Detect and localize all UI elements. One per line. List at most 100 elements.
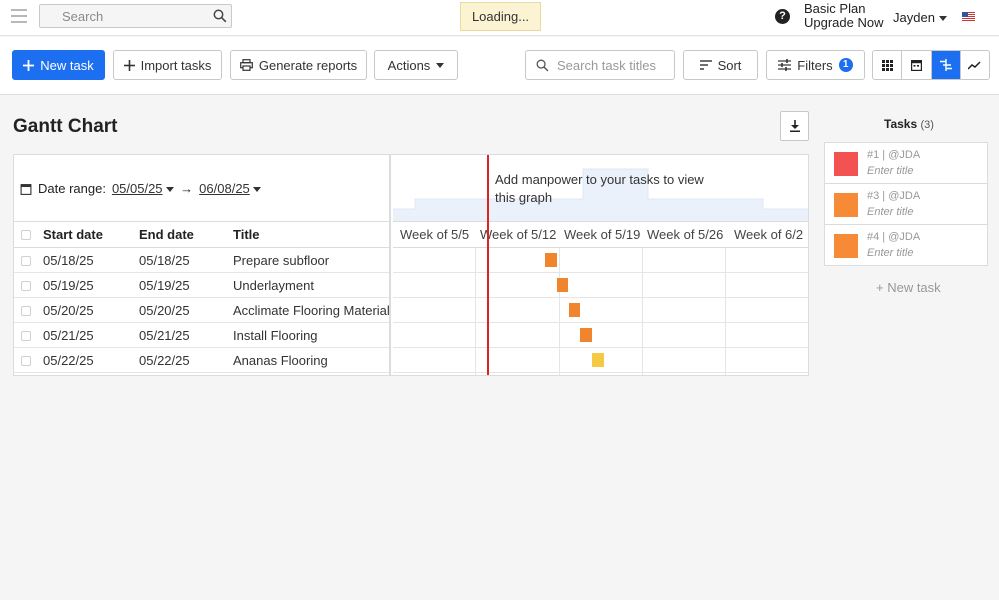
gantt-timeline: Add manpower to your tasks to view this … — [393, 155, 808, 375]
row-title[interactable]: Ananas Flooring — [233, 353, 328, 368]
task-bar[interactable] — [580, 328, 593, 342]
chevron-down-icon — [436, 62, 445, 68]
task-card[interactable]: #4 | @JDA Enter title — [824, 224, 988, 266]
generate-reports-button[interactable]: Generate reports — [230, 50, 367, 80]
actions-dropdown[interactable]: Actions — [374, 50, 458, 80]
row-title[interactable]: Prepare subfloor — [233, 253, 329, 268]
search-icon — [213, 9, 227, 23]
toolbar: New task Import tasks Generate reports A… — [0, 37, 999, 95]
row-start-date: 05/21/25 — [43, 328, 94, 343]
row-end-date: 05/21/25 — [139, 328, 190, 343]
tasks-panel-count: (3) — [920, 119, 934, 131]
chart-view-button[interactable] — [961, 51, 989, 79]
calendar-view-button[interactable] — [902, 51, 932, 79]
table-header: Start date End date Title — [14, 221, 389, 248]
sort-button[interactable]: Sort — [683, 50, 758, 80]
global-search-placeholder: Search — [62, 9, 104, 24]
task-card-title-input[interactable]: Enter title — [867, 165, 913, 177]
top-bar: Search Loading... ? Basic Plan Upgrade N… — [0, 0, 999, 36]
upgrade-link[interactable]: Upgrade Now — [804, 16, 884, 30]
chevron-down-icon — [938, 16, 947, 22]
task-bar[interactable] — [556, 278, 569, 292]
select-all-checkbox[interactable] — [21, 230, 31, 240]
date-to-picker[interactable]: 06/08/25 — [199, 181, 262, 196]
task-search-input[interactable]: Search task titles — [525, 50, 675, 80]
row-start-date: 05/22/25 — [43, 353, 94, 368]
grid-view-button[interactable] — [873, 51, 903, 79]
table-row[interactable]: 05/18/25 05/18/25 Prepare subfloor — [14, 248, 389, 273]
import-tasks-label: Import tasks — [140, 57, 212, 73]
date-from-picker[interactable]: 05/05/25 — [111, 181, 175, 196]
date-from: 05/05/25 — [111, 181, 163, 196]
task-bar[interactable] — [544, 253, 557, 267]
task-card-id: #1 | @JDA — [867, 149, 921, 161]
timeline-row — [393, 348, 808, 373]
task-search-placeholder: Search task titles — [557, 58, 656, 73]
task-table: Date range: 05/05/25 → 06/08/25 Start da… — [14, 155, 391, 375]
task-card-title-input[interactable]: Enter title — [867, 247, 913, 259]
task-bar[interactable] — [592, 353, 605, 367]
plus-icon — [23, 59, 35, 71]
page-title: Gantt Chart — [13, 116, 118, 137]
gantt-view-button[interactable] — [931, 51, 961, 79]
row-end-date: 05/18/25 — [139, 253, 190, 268]
search-icon — [536, 59, 549, 72]
us-flag-icon[interactable] — [962, 12, 975, 21]
task-card[interactable]: #1 | @JDA Enter title — [824, 142, 988, 184]
filters-count-badge: 1 — [838, 58, 853, 72]
date-range: Date range: 05/05/25 → 06/08/25 — [20, 181, 262, 196]
row-start-date: 05/19/25 — [43, 278, 94, 293]
row-title[interactable]: Install Flooring — [233, 328, 318, 343]
col-title[interactable]: Title — [233, 227, 260, 242]
help-icon[interactable]: ? — [775, 9, 790, 24]
row-title[interactable]: Acclimate Flooring Material — [233, 303, 390, 318]
week-label: Week of 6/2 — [734, 227, 804, 242]
user-name: Jayden — [893, 10, 935, 25]
generate-reports-label: Generate reports — [258, 57, 358, 73]
timeline-row — [393, 323, 808, 348]
filters-button[interactable]: Filters 1 — [766, 50, 865, 80]
date-to: 06/08/25 — [199, 181, 250, 196]
task-card-id: #4 | @JDA — [867, 231, 921, 243]
week-label: Week of 5/5 — [400, 227, 470, 242]
row-checkbox[interactable] — [21, 331, 31, 341]
row-checkbox[interactable] — [21, 256, 31, 266]
col-start-date[interactable]: Start date — [43, 227, 103, 242]
plan-name: Basic Plan — [804, 1, 866, 16]
manpower-message: Add manpower to your tasks to view this … — [495, 172, 704, 205]
download-button[interactable] — [780, 111, 809, 141]
user-menu[interactable]: Jayden — [893, 10, 947, 25]
week-label: Week of 5/26 — [647, 227, 724, 242]
timeline-row — [393, 273, 808, 298]
global-search-input[interactable]: Search — [39, 4, 232, 28]
table-row[interactable]: 05/22/25 05/22/25 Ananas Flooring — [14, 348, 389, 373]
new-task-button[interactable]: New task — [12, 50, 105, 80]
new-task-link[interactable]: + New task — [876, 280, 941, 295]
import-tasks-button[interactable]: Import tasks — [113, 50, 222, 80]
timeline-row — [393, 248, 808, 273]
task-card-title-input[interactable]: Enter title — [867, 206, 913, 218]
table-row[interactable]: 05/20/25 05/20/25 Acclimate Flooring Mater… — [14, 298, 390, 323]
col-end-date[interactable]: End date — [139, 227, 194, 242]
row-checkbox[interactable] — [21, 281, 31, 291]
date-range-label: Date range: — [38, 181, 106, 196]
chevron-down-icon — [253, 187, 262, 193]
row-end-date: 05/20/25 — [139, 303, 190, 318]
gantt-view-icon — [939, 59, 952, 71]
manpower-graph: Add manpower to your tasks to view this … — [393, 155, 808, 221]
grid-view-icon — [881, 59, 893, 71]
table-row[interactable]: 05/19/25 05/19/25 Underlayment — [14, 273, 389, 298]
task-card[interactable]: #3 | @JDA Enter title — [824, 183, 988, 225]
hamburger-menu-icon[interactable] — [11, 9, 27, 23]
row-title[interactable]: Underlayment — [233, 278, 314, 293]
plus-icon — [123, 59, 135, 71]
row-checkbox[interactable] — [21, 306, 31, 316]
view-switcher — [872, 50, 990, 80]
row-start-date: 05/20/25 — [43, 303, 94, 318]
table-row[interactable]: 05/21/25 05/21/25 Install Flooring — [14, 323, 389, 348]
chart-view-icon — [968, 60, 981, 70]
plan-info[interactable]: Basic Plan Upgrade Now — [804, 2, 884, 30]
task-bar[interactable] — [568, 303, 581, 317]
new-task-label: New task — [40, 57, 94, 73]
row-checkbox[interactable] — [21, 356, 31, 366]
